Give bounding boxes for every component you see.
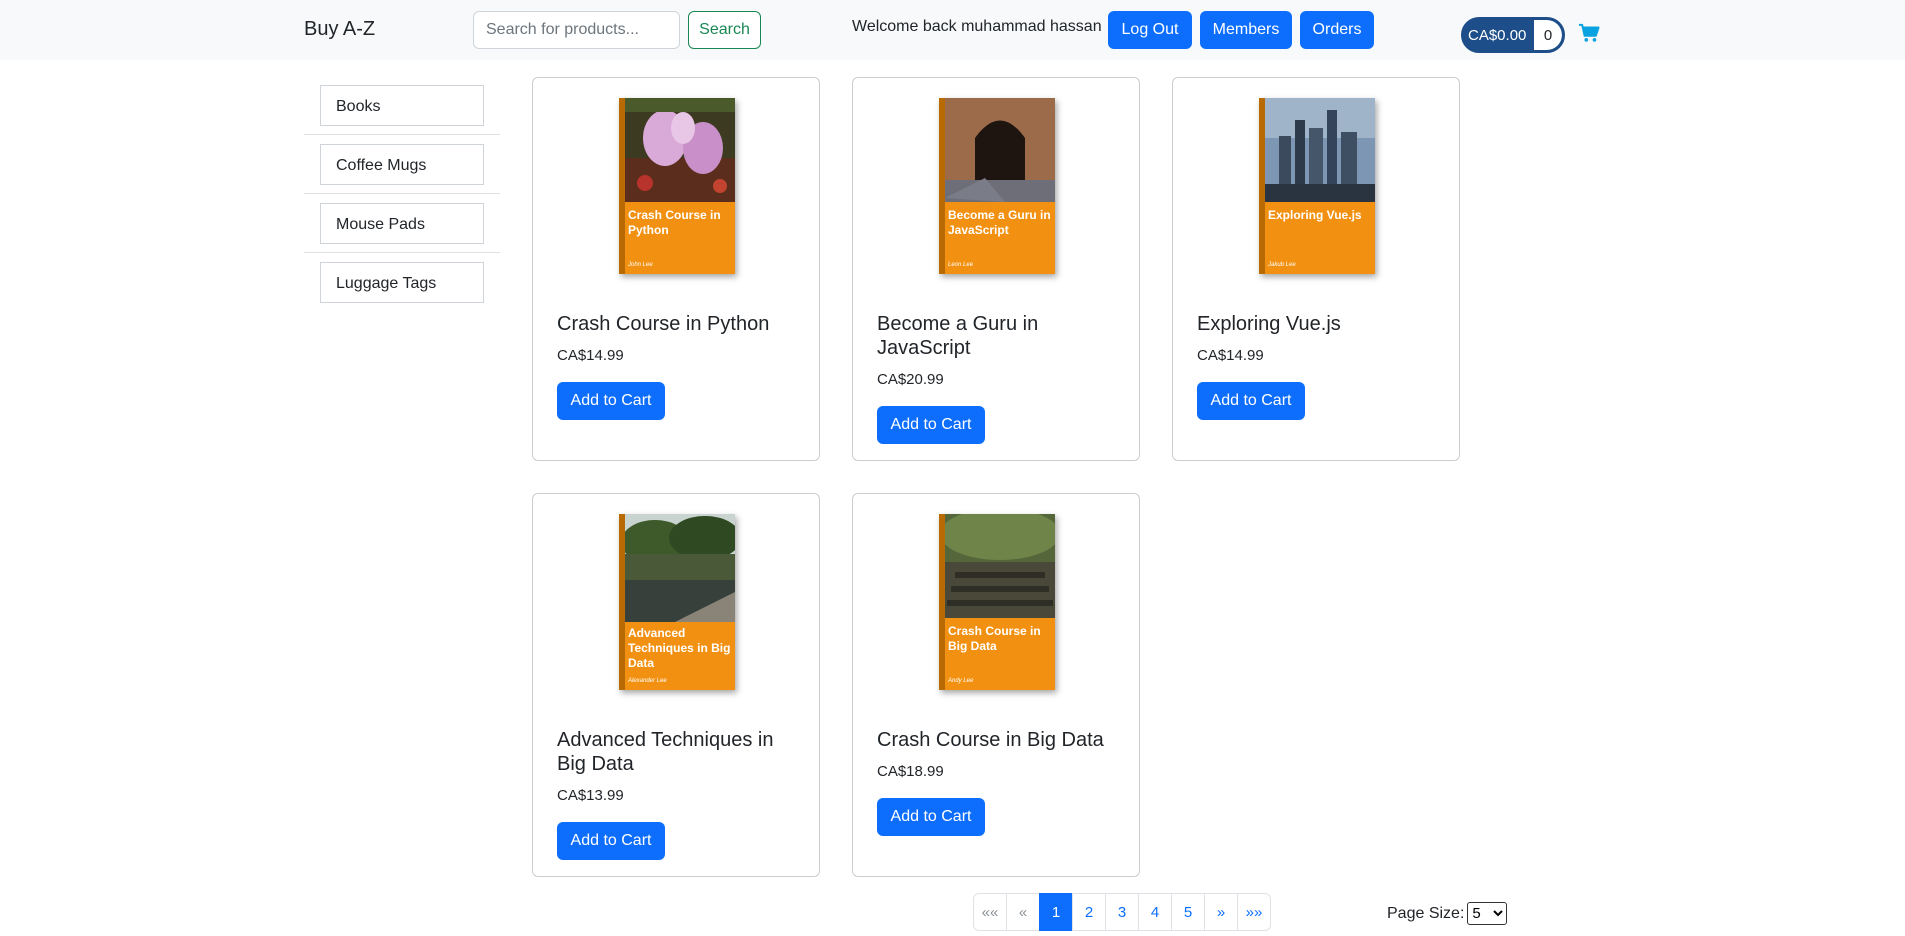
cover-author: John Lee <box>628 262 653 268</box>
book-cover-image[interactable]: Become a Guru in JavaScript Leon Lee <box>939 98 1055 274</box>
cover-title: Exploring Vue.js <box>1268 208 1362 222</box>
category-sidebar: Books Coffee Mugs Mouse Pads Luggage Tag… <box>304 76 500 312</box>
category-item: Luggage Tags <box>304 253 500 312</box>
category-item: Coffee Mugs <box>304 135 500 194</box>
page-size-select[interactable]: 5 <box>1467 902 1508 925</box>
page-1-button[interactable]: 1 <box>1039 893 1073 931</box>
book-cover-image[interactable]: Crash Course in Big Data Andy Lee <box>939 514 1055 690</box>
page-5-button[interactable]: 5 <box>1171 893 1205 931</box>
cover-title: Crash Course in Big Data <box>948 624 1041 653</box>
welcome-message: Welcome back muhammad hassan <box>852 18 1102 35</box>
product-card: Become a Guru in JavaScript Leon Lee Bec… <box>852 77 1140 461</box>
product-card: Crash Course in Big Data Andy Lee Crash … <box>852 493 1140 877</box>
page-size-label: Page Size: <box>1387 904 1465 922</box>
page-4-button[interactable]: 4 <box>1138 893 1172 931</box>
add-to-cart-button[interactable]: Add to Cart <box>1197 382 1305 420</box>
category-item: Mouse Pads <box>304 194 500 253</box>
product-card: Exploring Vue.js Jakub Lee Exploring Vue… <box>1172 77 1460 461</box>
page-2-button[interactable]: 2 <box>1072 893 1106 931</box>
product-card: Advanced Techniques in Big Data Alexande… <box>532 493 820 877</box>
book-cover-image[interactable]: Crash Course in Python John Lee <box>619 98 735 274</box>
product-price: CA$14.99 <box>557 347 624 364</box>
add-to-cart-button[interactable]: Add to Cart <box>557 822 665 860</box>
product-price: CA$20.99 <box>877 371 944 388</box>
category-item: Books <box>304 76 500 135</box>
cover-author: Jakub Lee <box>1268 262 1296 268</box>
search-button[interactable]: Search <box>688 11 761 49</box>
book-cover-image[interactable]: Advanced Techniques in Big Data Alexande… <box>619 514 735 690</box>
cover-title: Become a Guru in JavaScript <box>948 208 1051 237</box>
add-to-cart-button[interactable]: Add to Cart <box>877 406 985 444</box>
cart-total: CA$0.00 <box>1468 26 1527 44</box>
product-price: CA$18.99 <box>877 763 944 780</box>
product-title[interactable]: Crash Course in Python <box>557 312 802 336</box>
cover-title: Advanced Techniques in Big Data <box>628 626 731 670</box>
category-books[interactable]: Books <box>320 85 484 126</box>
logout-button[interactable]: Log Out <box>1108 11 1192 49</box>
product-title[interactable]: Advanced Techniques in Big Data <box>557 728 802 776</box>
cart-count-badge: 0 <box>1534 20 1562 50</box>
add-to-cart-button[interactable]: Add to Cart <box>877 798 985 836</box>
top-navbar: Buy A-Z Search Welcome back muhammad has… <box>0 0 1905 60</box>
previous-page-button[interactable]: « <box>1006 893 1040 931</box>
product-price: CA$13.99 <box>557 787 624 804</box>
cover-author: Alexander Lee <box>628 678 667 684</box>
page-size-control: Page Size: 5 <box>1387 902 1508 925</box>
brand-logo[interactable]: Buy A-Z <box>304 18 375 41</box>
cover-author: Leon Lee <box>948 262 974 268</box>
product-price: CA$14.99 <box>1197 347 1264 364</box>
orders-button[interactable]: Orders <box>1300 11 1374 49</box>
cart-summary[interactable]: CA$0.00 0 <box>1461 17 1565 53</box>
product-title[interactable]: Become a Guru in JavaScript <box>877 312 1122 360</box>
page-3-button[interactable]: 3 <box>1105 893 1139 931</box>
cover-title: Crash Course in Python <box>628 208 721 237</box>
product-card: Crash Course in Python John Lee Crash Co… <box>532 77 820 461</box>
next-page-button[interactable]: » <box>1204 893 1238 931</box>
category-luggage-tags[interactable]: Luggage Tags <box>320 262 484 303</box>
add-to-cart-button[interactable]: Add to Cart <box>557 382 665 420</box>
search-input[interactable] <box>473 11 680 49</box>
first-page-button[interactable]: «« <box>973 893 1007 931</box>
last-page-button[interactable]: »» <box>1237 893 1271 931</box>
shopping-cart-icon[interactable] <box>1578 23 1600 43</box>
cover-author: Andy Lee <box>948 678 974 684</box>
category-mouse-pads[interactable]: Mouse Pads <box>320 203 484 244</box>
product-title[interactable]: Exploring Vue.js <box>1197 312 1442 336</box>
category-coffee-mugs[interactable]: Coffee Mugs <box>320 144 484 185</box>
product-title[interactable]: Crash Course in Big Data <box>877 728 1122 752</box>
members-button[interactable]: Members <box>1200 11 1292 49</box>
book-cover-image[interactable]: Exploring Vue.js Jakub Lee <box>1259 98 1375 274</box>
pagination: «« « 1 2 3 4 5 » »» <box>973 893 1271 931</box>
